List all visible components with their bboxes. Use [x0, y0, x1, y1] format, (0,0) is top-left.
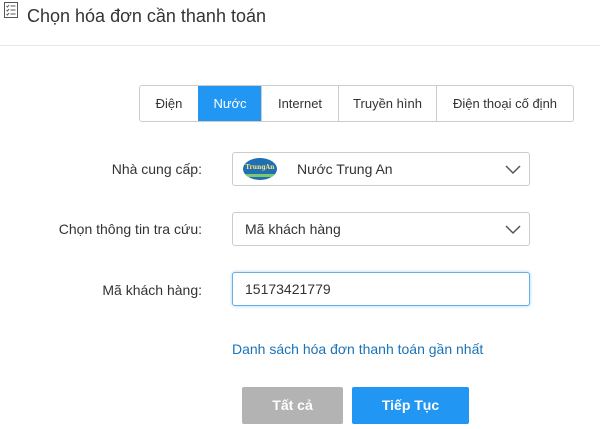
lookup-select[interactable]: Mã khách hàng	[232, 212, 530, 246]
tab-internet[interactable]: Internet	[261, 86, 338, 121]
tab-electricity[interactable]: Điện	[140, 86, 198, 121]
lookup-value: Mã khách hàng	[245, 221, 341, 237]
continue-button[interactable]: Tiếp Tục	[352, 387, 469, 424]
customer-code-input[interactable]: 15173421779	[232, 272, 530, 306]
provider-label: Nhà cung cấp:	[111, 161, 202, 177]
chevron-down-icon	[505, 225, 521, 235]
provider-logo: TrungAn	[243, 158, 277, 180]
tab-landline[interactable]: Điện thoại cố định	[436, 86, 573, 121]
tab-water[interactable]: Nước	[198, 86, 261, 121]
provider-select[interactable]: TrungAn Nước Trung An	[232, 152, 530, 186]
recent-invoices-link[interactable]: Danh sách hóa đơn thanh toán gần nhất	[232, 341, 483, 357]
lookup-label: Chọn thông tin tra cứu:	[58, 221, 202, 237]
provider-value: Nước Trung An	[297, 161, 393, 177]
customer-code-value[interactable]: 15173421779	[245, 281, 331, 297]
provider-logo-bar	[243, 174, 277, 177]
customer-code-label: Mã khách hàng:	[102, 282, 202, 298]
provider-logo-text: TrungAn	[245, 164, 275, 171]
checklist-icon	[4, 2, 18, 18]
tab-television[interactable]: Truyền hình	[338, 86, 436, 121]
page-header: Chọn hóa đơn cần thanh toán	[0, 0, 600, 46]
page-title: Chọn hóa đơn cần thanh toán	[27, 6, 266, 26]
service-tabs: Điện Nước Internet Truyền hình Điện thoạ…	[139, 85, 574, 122]
all-button[interactable]: Tất cả	[242, 387, 343, 424]
chevron-down-icon	[505, 165, 521, 175]
